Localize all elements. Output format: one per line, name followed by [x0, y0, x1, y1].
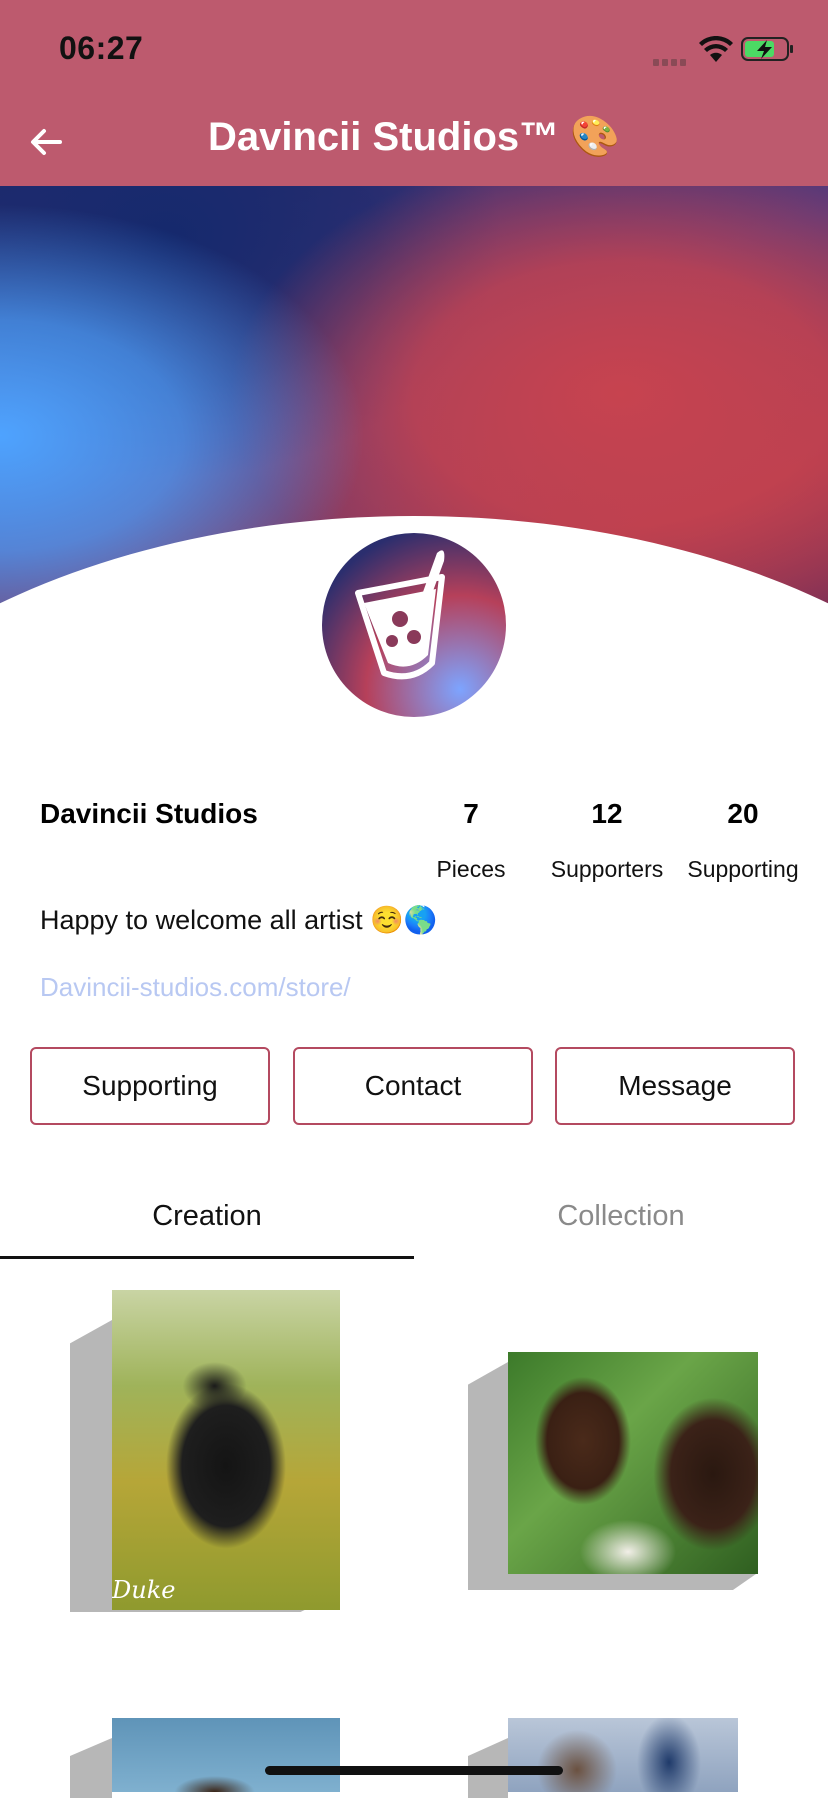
- pieces-label: Pieces: [436, 856, 506, 882]
- artwork-card[interactable]: [468, 1718, 738, 1798]
- message-button[interactable]: Message: [555, 1047, 795, 1125]
- status-time: 06:27: [59, 30, 144, 66]
- supporting-button[interactable]: Supporting: [30, 1047, 270, 1125]
- supporting-label: Supporting: [687, 856, 799, 882]
- supporters-label: Supporters: [550, 856, 664, 882]
- supporters-count[interactable]: 12: [532, 798, 682, 830]
- palette-brush-icon: [355, 550, 445, 680]
- artwork-image: [508, 1718, 738, 1792]
- contact-button[interactable]: Contact: [293, 1047, 533, 1125]
- artwork-image: [112, 1718, 340, 1792]
- supporting-count[interactable]: 20: [668, 798, 818, 830]
- page-title: Davincii Studios™ 🎨: [207, 115, 621, 159]
- artwork-signature: Duke: [112, 1576, 176, 1604]
- artwork-image: [508, 1352, 758, 1574]
- artwork-image: Duke: [112, 1290, 340, 1610]
- artwork-card[interactable]: [468, 1352, 758, 1590]
- pieces-count[interactable]: 7: [396, 798, 546, 830]
- tab-collection[interactable]: Collection: [414, 1200, 828, 1233]
- profile-name: Davincii Studios: [40, 798, 258, 829]
- active-tab-indicator: [0, 1256, 414, 1259]
- profile-website-link[interactable]: Davincii-studios.com/store/: [40, 972, 351, 1003]
- wifi-icon: [698, 35, 734, 64]
- home-indicator[interactable]: [265, 1766, 563, 1775]
- tab-creation[interactable]: Creation: [0, 1200, 414, 1233]
- artwork-card[interactable]: [70, 1718, 340, 1798]
- profile-bio: Happy to welcome all artist ☺️🌎: [40, 905, 438, 935]
- battery-icon: [741, 37, 795, 62]
- avatar[interactable]: [314, 525, 514, 725]
- cellular-signal-icon: [653, 53, 689, 66]
- artwork-card[interactable]: Duke: [70, 1290, 340, 1625]
